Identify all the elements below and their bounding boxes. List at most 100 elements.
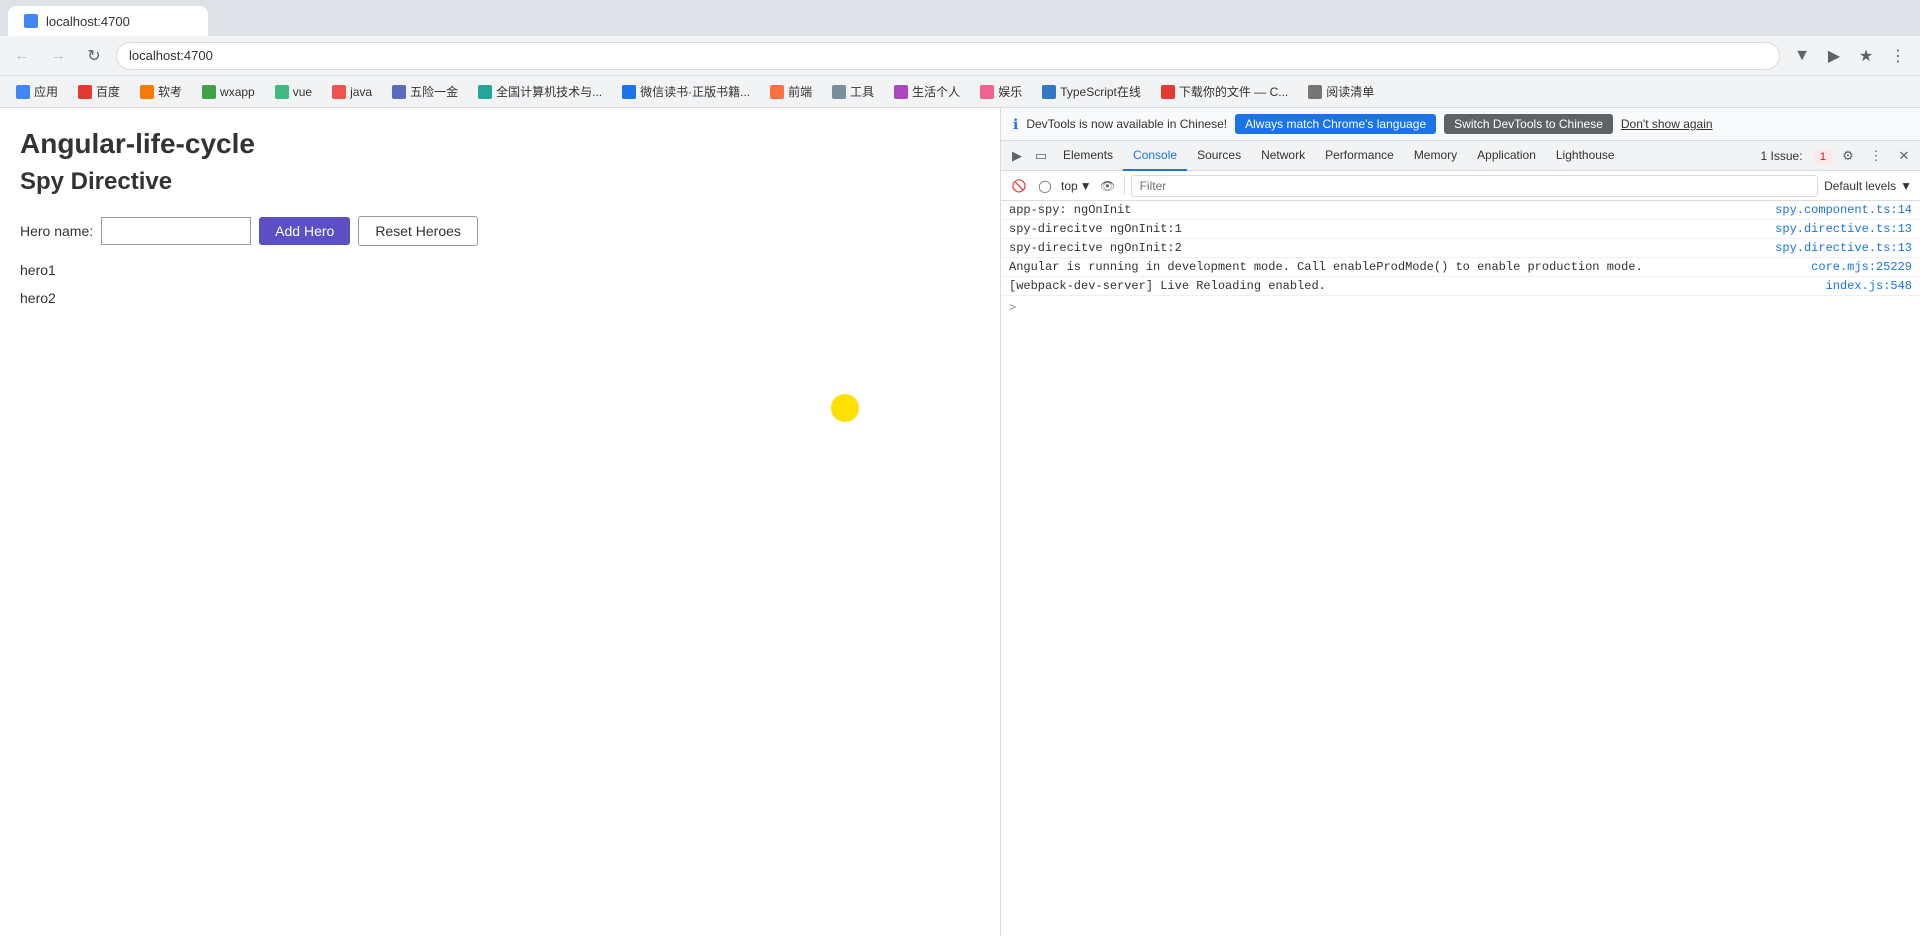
- bookmark-label: 生活个人: [912, 83, 960, 100]
- console-message: app-spy: ngOnInit: [1009, 203, 1131, 217]
- console-prompt[interactable]: >: [1001, 296, 1920, 318]
- bookmark-icon: [770, 85, 784, 99]
- chevron-down-icon: ▼: [1080, 179, 1092, 193]
- bookmark-life[interactable]: 生活个人: [886, 81, 968, 102]
- bookmark-frontend[interactable]: 前端: [762, 81, 820, 102]
- bookmark-computer[interactable]: 全国计算机技术与...: [470, 81, 610, 102]
- bookmark-label: 百度: [96, 83, 120, 100]
- console-message: Angular is running in development mode. …: [1009, 260, 1643, 274]
- console-source[interactable]: spy.directive.ts:13: [1775, 222, 1912, 236]
- tab-sources[interactable]: Sources: [1187, 141, 1251, 171]
- bookmark-icon: [275, 85, 289, 99]
- tab-lighthouse[interactable]: Lighthouse: [1546, 141, 1625, 171]
- bookmark-icon: [392, 85, 406, 99]
- bookmark-tools[interactable]: 工具: [824, 81, 882, 102]
- bookmark-baidu[interactable]: 百度: [70, 81, 128, 102]
- hero-name-label: Hero name:: [20, 223, 93, 239]
- console-row: Angular is running in development mode. …: [1001, 258, 1920, 277]
- match-language-button[interactable]: Always match Chrome's language: [1235, 114, 1436, 134]
- tab-console[interactable]: Console: [1123, 141, 1187, 171]
- bookmark-ruankao[interactable]: 软考: [132, 81, 190, 102]
- bookmark-icon: [16, 85, 30, 99]
- favorite-button[interactable]: ★: [1852, 42, 1880, 70]
- reload-button[interactable]: ↻: [80, 42, 108, 70]
- info-icon: ℹ: [1013, 116, 1018, 133]
- back-button[interactable]: ←: [8, 42, 36, 70]
- console-row: app-spy: ngOnInit spy.component.ts:14: [1001, 201, 1920, 220]
- clear-console-button[interactable]: 🚫: [1009, 176, 1029, 196]
- issue-badge: 1: [1814, 150, 1832, 164]
- bookmark-label: 微信读书·正版书籍...: [640, 83, 750, 100]
- console-source[interactable]: spy.component.ts:14: [1775, 203, 1912, 217]
- reset-heroes-button[interactable]: Reset Heroes: [358, 216, 478, 246]
- device-toolbar-button[interactable]: ▭: [1029, 144, 1053, 168]
- top-label: top: [1061, 179, 1078, 193]
- bookmark-readlist[interactable]: 阅读清单: [1300, 81, 1382, 102]
- bookmark-label: wxapp: [220, 85, 255, 99]
- console-message: [webpack-dev-server] Live Reloading enab…: [1009, 279, 1326, 293]
- more-button[interactable]: ⋮: [1884, 42, 1912, 70]
- devtools-panel: ℹ DevTools is now available in Chinese! …: [1000, 108, 1920, 936]
- bookmark-label: 工具: [850, 83, 874, 100]
- top-context-select[interactable]: top ▼: [1061, 179, 1092, 193]
- eye-button[interactable]: 👁: [1098, 176, 1118, 196]
- tab-bar: localhost:4700: [0, 0, 1920, 36]
- bookmark-label: vue: [293, 85, 312, 99]
- profile-button[interactable]: ▶: [1820, 42, 1848, 70]
- bookmark-label: 软考: [158, 83, 182, 100]
- bookmark-icon: [78, 85, 92, 99]
- console-source[interactable]: index.js:548: [1826, 279, 1912, 293]
- forward-button[interactable]: →: [44, 42, 72, 70]
- console-toolbar: 🚫 ◯ top ▼ 👁 Default levels ▼: [1001, 171, 1920, 201]
- bookmark-label: 全国计算机技术与...: [496, 83, 602, 100]
- bookmark-label: 前端: [788, 83, 812, 100]
- console-row: spy-direcitve ngOnInit:1 spy.directive.t…: [1001, 220, 1920, 239]
- bookmark-apps[interactable]: 应用: [8, 81, 66, 102]
- tab-performance[interactable]: Performance: [1315, 141, 1404, 171]
- console-source[interactable]: spy.directive.ts:13: [1775, 241, 1912, 255]
- switch-to-chinese-button[interactable]: Switch DevTools to Chinese: [1444, 114, 1613, 134]
- bookmark-entertainment[interactable]: 娱乐: [972, 81, 1030, 102]
- address-bar[interactable]: localhost:4700: [116, 42, 1780, 70]
- bookmark-weixin[interactable]: 微信读书·正版书籍...: [614, 81, 758, 102]
- console-filter-input[interactable]: [1131, 175, 1818, 197]
- bookmark-java[interactable]: java: [324, 83, 380, 101]
- dont-show-again-button[interactable]: Don't show again: [1621, 117, 1713, 131]
- bookmark-vue[interactable]: vue: [267, 83, 320, 101]
- devtools-tab-bar: ▶ ▭ Elements Console Sources Network Per…: [1001, 141, 1920, 171]
- close-devtools-button[interactable]: ✕: [1892, 144, 1916, 168]
- settings-button[interactable]: ⚙: [1836, 144, 1860, 168]
- page-title: Angular-life-cycle: [20, 128, 980, 160]
- bookmark-icon: [1042, 85, 1056, 99]
- console-message: spy-direcitve ngOnInit:1: [1009, 222, 1182, 236]
- bookmark-typescript[interactable]: TypeScript在线: [1034, 81, 1149, 102]
- bookmark-label: 下载你的文件 — C...: [1179, 83, 1288, 100]
- bookmark-icon: [622, 85, 636, 99]
- notify-message: DevTools is now available in Chinese!: [1026, 117, 1227, 131]
- nav-icons: ▼ ▶ ★ ⋮: [1788, 42, 1912, 70]
- bookmark-icon: [1161, 85, 1175, 99]
- add-hero-button[interactable]: Add Hero: [259, 217, 350, 245]
- customize-button[interactable]: ⋮: [1864, 144, 1888, 168]
- bookmark-icon: [202, 85, 216, 99]
- tab-network[interactable]: Network: [1251, 141, 1315, 171]
- toolbar-separator: [1124, 177, 1125, 195]
- tab-elements[interactable]: Elements: [1053, 141, 1123, 171]
- tab-application[interactable]: Application: [1467, 141, 1546, 171]
- tab-favicon: [24, 14, 38, 28]
- bookmark-download[interactable]: 下载你的文件 — C...: [1153, 81, 1296, 102]
- default-levels-select[interactable]: Default levels ▼: [1824, 179, 1912, 193]
- preserve-log-button[interactable]: ◯: [1035, 176, 1055, 196]
- hero-form: Hero name: Add Hero Reset Heroes: [20, 216, 980, 246]
- extensions-button[interactable]: ▼: [1788, 42, 1816, 70]
- hero-name-input[interactable]: [101, 217, 251, 245]
- default-levels-label: Default levels: [1824, 179, 1896, 193]
- bookmark-wxapp[interactable]: wxapp: [194, 83, 263, 101]
- console-source[interactable]: core.mjs:25229: [1811, 260, 1912, 274]
- bookmark-icon: [140, 85, 154, 99]
- bookmark-wuxian[interactable]: 五险一金: [384, 81, 466, 102]
- bookmark-icon: [478, 85, 492, 99]
- inspect-element-button[interactable]: ▶: [1005, 144, 1029, 168]
- tab-memory[interactable]: Memory: [1404, 141, 1467, 171]
- browser-tab[interactable]: localhost:4700: [8, 6, 208, 36]
